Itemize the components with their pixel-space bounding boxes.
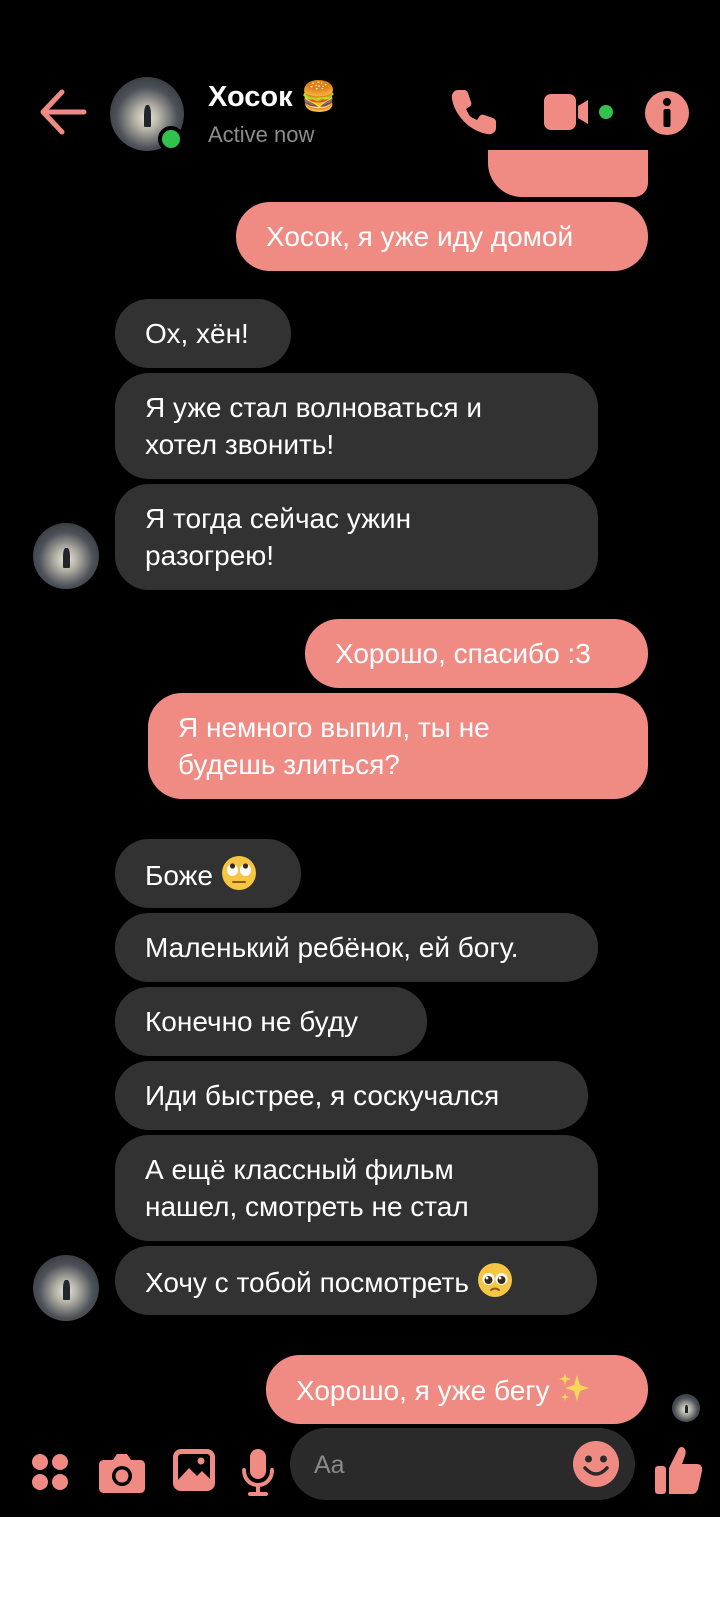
message-bubble-outgoing[interactable]: Хорошо, я уже бегу bbox=[266, 1355, 648, 1424]
message-text: Боже bbox=[145, 859, 213, 891]
sender-avatar[interactable] bbox=[33, 1255, 99, 1321]
message-bubble-incoming[interactable]: Хочу с тобой посмотреть bbox=[115, 1246, 597, 1315]
message-line: нашел, смотреть не стал bbox=[145, 1191, 469, 1222]
message-input[interactable] bbox=[312, 1428, 566, 1502]
video-camera-icon[interactable] bbox=[544, 90, 620, 134]
sparkles-emoji bbox=[557, 1371, 591, 1414]
contact-name[interactable]: Хосок 🍔 bbox=[208, 80, 337, 114]
info-icon[interactable] bbox=[644, 90, 690, 136]
message-bubble-incoming[interactable]: Я тогда сейчас ужин разогрею! bbox=[115, 484, 598, 590]
microphone-icon[interactable] bbox=[240, 1448, 276, 1496]
message-line: Я тогда сейчас ужин bbox=[145, 503, 412, 534]
message-bubble-outgoing[interactable]: Хорошо, спасибо :3 bbox=[305, 619, 648, 688]
message-bubble-incoming[interactable]: Ох, хён! bbox=[115, 299, 291, 368]
gallery-icon[interactable] bbox=[172, 1448, 216, 1492]
message-text: Маленький ребёнок, ей богу. bbox=[145, 932, 519, 963]
back-arrow-icon[interactable] bbox=[38, 86, 88, 138]
message-bubble-outgoing[interactable]: Я немного выпил, ты не будешь злиться? bbox=[148, 693, 648, 799]
message-bubble-outgoing[interactable]: Хосок, я уже иду домой bbox=[236, 202, 648, 271]
message-line: хотел звонить! bbox=[145, 429, 335, 460]
message-bubble-incoming[interactable]: А ещё классный фильм нашел, смотреть не … bbox=[115, 1135, 598, 1241]
system-navigation-area bbox=[0, 1517, 720, 1600]
previous-message-bubble bbox=[488, 150, 648, 197]
message-text: Ох, хён! bbox=[145, 318, 249, 349]
pleading-face-emoji bbox=[477, 1262, 513, 1307]
message-bubble-incoming[interactable]: Я уже стал волноваться и хотел звонить! bbox=[115, 373, 598, 479]
sender-avatar[interactable] bbox=[33, 523, 99, 589]
message-text: Хорошо, спасибо :3 bbox=[335, 638, 591, 669]
message-text: Конечно не буду bbox=[145, 1006, 359, 1037]
eye-roll-emoji bbox=[221, 855, 257, 900]
message-line: Я немного выпил, ты не bbox=[178, 712, 490, 743]
message-text: Хорошо, я уже бегу bbox=[296, 1374, 550, 1406]
message-line: будешь злиться? bbox=[178, 749, 400, 780]
chat-screen: Хосок 🍔 Active now Хосок, я уже иду домо… bbox=[0, 0, 720, 1517]
read-receipt-avatar bbox=[672, 1394, 700, 1422]
message-bubble-incoming[interactable]: Боже bbox=[115, 839, 301, 908]
message-text: Иди быстрее, я соскучался bbox=[145, 1080, 500, 1111]
thumbs-up-icon[interactable] bbox=[654, 1444, 704, 1496]
message-line: Я уже стал волноваться и bbox=[145, 392, 482, 423]
phone-icon[interactable] bbox=[448, 86, 500, 138]
emoji-icon[interactable] bbox=[572, 1440, 620, 1488]
message-bubble-incoming[interactable]: Иди быстрее, я соскучался bbox=[115, 1061, 588, 1130]
camera-icon[interactable] bbox=[98, 1450, 146, 1494]
online-indicator bbox=[158, 126, 184, 152]
message-bubble-incoming[interactable]: Конечно не буду bbox=[115, 987, 427, 1056]
message-bubble-incoming[interactable]: Маленький ребёнок, ей богу. bbox=[115, 913, 598, 982]
message-input-field[interactable] bbox=[290, 1428, 635, 1502]
active-status: Active now bbox=[208, 122, 315, 147]
message-line: разогрею! bbox=[145, 540, 275, 571]
message-text: Хосок, я уже иду домой bbox=[266, 221, 574, 252]
apps-grid-icon[interactable] bbox=[30, 1452, 70, 1492]
message-line: А ещё классный фильм bbox=[145, 1154, 454, 1185]
message-text: Хочу с тобой посмотреть bbox=[145, 1266, 469, 1298]
